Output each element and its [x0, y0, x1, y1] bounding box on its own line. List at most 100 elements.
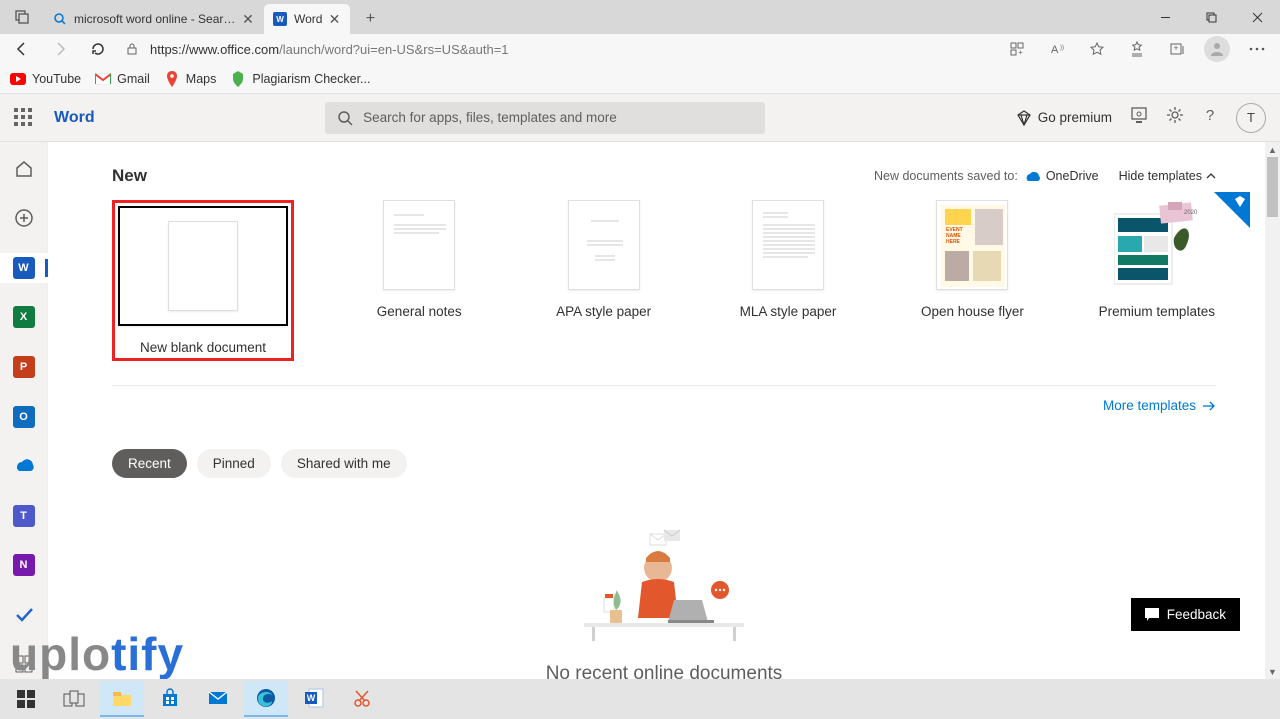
- account-button[interactable]: T: [1236, 103, 1266, 133]
- install-app-button[interactable]: [1130, 106, 1148, 129]
- svg-text:A: A: [1051, 44, 1059, 56]
- bookmark-youtube[interactable]: YouTube: [10, 71, 81, 87]
- plagiarism-icon: [230, 71, 246, 87]
- doc-filter-tabs: Recent Pinned Shared with me: [112, 449, 1216, 478]
- browser-toolbar: https://www.office.com/launch/word?ui=en…: [0, 34, 1280, 64]
- search-input[interactable]: Search for apps, files, templates and mo…: [325, 102, 765, 134]
- taskbar: W: [0, 679, 1280, 719]
- premium-badge-icon: [1214, 192, 1250, 228]
- taskbar-snip[interactable]: [340, 681, 384, 717]
- template-apa-paper[interactable]: APA style paper: [544, 200, 662, 361]
- rail-excel[interactable]: X: [0, 303, 48, 333]
- settings-button[interactable]: [1166, 106, 1184, 129]
- rail-todo[interactable]: [0, 600, 48, 630]
- address-bar[interactable]: https://www.office.com/launch/word?ui=en…: [150, 42, 994, 57]
- taskbar-mail[interactable]: [196, 681, 240, 717]
- chevron-up-icon: [1206, 171, 1216, 181]
- app-name[interactable]: Word: [54, 109, 95, 127]
- browser-tab-word[interactable]: W Word ✕: [264, 4, 350, 34]
- onedrive-icon: [1024, 170, 1040, 182]
- forward-button[interactable]: [44, 34, 76, 64]
- left-rail: W X P O T N: [0, 142, 48, 679]
- rail-create[interactable]: [0, 204, 48, 234]
- read-aloud-button[interactable]: A)): [1040, 34, 1074, 64]
- scroll-down-button[interactable]: ▼: [1265, 664, 1280, 679]
- svg-text:2020: 2020: [1184, 210, 1198, 216]
- bookmark-plagiarism[interactable]: Plagiarism Checker...: [230, 71, 370, 87]
- rail-powerpoint[interactable]: P: [0, 352, 48, 382]
- rail-onedrive[interactable]: [0, 451, 48, 481]
- feedback-button[interactable]: Feedback: [1131, 598, 1240, 631]
- collections-button[interactable]: +: [1160, 34, 1194, 64]
- gmail-icon: [95, 71, 111, 87]
- extensions-button[interactable]: +: [1000, 34, 1034, 64]
- tab-recent[interactable]: Recent: [112, 449, 187, 478]
- tab-actions-button[interactable]: [0, 0, 44, 34]
- onedrive-icon: [13, 458, 35, 474]
- bookmark-maps[interactable]: Maps: [164, 71, 217, 87]
- template-open-house[interactable]: EVENTNAMEHERE Open house flyer: [913, 200, 1031, 361]
- onenote-icon: N: [13, 554, 35, 576]
- menu-button[interactable]: [1240, 34, 1274, 64]
- tab-close-button[interactable]: ✕: [326, 11, 342, 27]
- svg-text:+: +: [1173, 43, 1178, 53]
- template-mla-paper[interactable]: MLA style paper: [729, 200, 847, 361]
- template-blank-document[interactable]: New blank document: [112, 200, 294, 361]
- taskbar-file-explorer[interactable]: [100, 681, 144, 717]
- empty-state-text: No recent online documents: [112, 663, 1216, 679]
- bookmark-gmail[interactable]: Gmail: [95, 71, 150, 87]
- saved-location-link[interactable]: OneDrive: [1046, 169, 1099, 183]
- tab-shared[interactable]: Shared with me: [281, 449, 407, 478]
- feedback-icon: [1145, 608, 1159, 621]
- rail-onenote[interactable]: N: [0, 550, 48, 580]
- watermark: uplotify: [10, 627, 184, 681]
- site-info-button[interactable]: [120, 42, 144, 56]
- close-window-button[interactable]: [1234, 0, 1280, 34]
- arrow-right-icon: [1202, 400, 1216, 412]
- rail-word[interactable]: W: [0, 253, 48, 283]
- browser-tab-search[interactable]: microsoft word online - Search ✕: [44, 4, 264, 34]
- back-button[interactable]: [6, 34, 38, 64]
- app-launcher-button[interactable]: [14, 108, 34, 128]
- tab-close-button[interactable]: ✕: [240, 11, 256, 27]
- rail-teams[interactable]: T: [0, 501, 48, 531]
- profile-button[interactable]: [1204, 36, 1230, 62]
- excel-icon: X: [13, 306, 35, 328]
- new-heading: New: [112, 166, 147, 186]
- taskbar-store[interactable]: [148, 681, 192, 717]
- bookmarks-bar: YouTube Gmail Maps Plagiarism Checker...: [0, 64, 1280, 94]
- new-tab-button[interactable]: +: [356, 5, 384, 33]
- taskbar-word[interactable]: W: [292, 681, 336, 717]
- templates-row: New blank document General notes APA sty…: [112, 200, 1216, 386]
- svg-text:W: W: [307, 693, 316, 703]
- taskbar-edge[interactable]: [244, 681, 288, 717]
- minimize-button[interactable]: [1142, 0, 1188, 34]
- rail-home[interactable]: [0, 154, 48, 184]
- bing-icon: [52, 11, 68, 27]
- powerpoint-icon: P: [13, 356, 35, 378]
- favorites-list-button[interactable]: [1120, 34, 1154, 64]
- start-button[interactable]: [4, 681, 48, 717]
- content-area: New New documents saved to: OneDrive Hid…: [48, 142, 1280, 679]
- tab-title: Word: [294, 12, 322, 26]
- maximize-button[interactable]: [1188, 0, 1234, 34]
- office-header: Word Search for apps, files, templates a…: [0, 94, 1280, 142]
- hide-templates-button[interactable]: Hide templates: [1119, 169, 1216, 183]
- favorites-button[interactable]: [1080, 34, 1114, 64]
- window-controls: [1142, 0, 1280, 34]
- task-view-button[interactable]: [52, 681, 96, 717]
- search-placeholder: Search for apps, files, templates and mo…: [363, 110, 617, 125]
- tab-actions-icon: [14, 9, 30, 25]
- scrollbar[interactable]: ▲ ▼: [1265, 142, 1280, 679]
- refresh-button[interactable]: [82, 34, 114, 64]
- tab-pinned[interactable]: Pinned: [197, 449, 271, 478]
- template-premium[interactable]: 2020 Premium templates: [1098, 200, 1216, 361]
- rail-outlook[interactable]: O: [0, 402, 48, 432]
- scroll-up-button[interactable]: ▲: [1265, 142, 1280, 157]
- help-button[interactable]: ?: [1202, 106, 1218, 129]
- more-templates-link[interactable]: More templates: [112, 398, 1216, 413]
- template-general-notes[interactable]: General notes: [360, 200, 478, 361]
- scroll-thumb[interactable]: [1267, 157, 1278, 217]
- go-premium-button[interactable]: Go premium: [1016, 110, 1112, 126]
- maps-icon: [164, 71, 180, 87]
